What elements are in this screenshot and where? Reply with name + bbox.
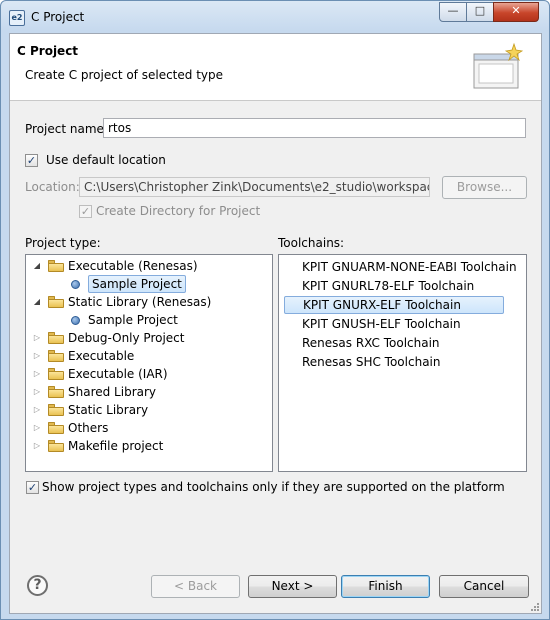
folder-icon — [48, 440, 64, 452]
project-name-label: Project name: — [25, 122, 108, 136]
tree-item-label: Executable (IAR) — [68, 367, 168, 381]
next-button[interactable]: Next > — [248, 575, 337, 598]
title-bar[interactable]: e2 C Project — □ ✕ — [1, 1, 549, 33]
tree-item[interactable]: ▷ Debug-Only Project — [26, 329, 272, 347]
collapsed-arrow-icon[interactable]: ▷ — [32, 347, 42, 365]
tree-item-label: Sample Project — [88, 275, 186, 293]
tree-item-label: Sample Project — [88, 313, 178, 327]
tree-item-label: Static Library (Renesas) — [68, 295, 212, 309]
bullet-icon — [71, 280, 80, 289]
supported-only-label: Show project types and toolchains only i… — [42, 480, 505, 494]
finish-button[interactable]: Finish — [341, 575, 430, 598]
tree-item[interactable]: ▷ Shared Library — [26, 383, 272, 401]
toolchains-label: Toolchains: — [278, 236, 345, 250]
cancel-button[interactable]: Cancel — [439, 575, 529, 598]
tree-item[interactable]: ▷ Executable — [26, 347, 272, 365]
collapsed-arrow-icon[interactable]: ▷ — [32, 329, 42, 347]
folder-icon — [48, 368, 64, 380]
folder-icon — [48, 350, 64, 362]
collapsed-arrow-icon[interactable]: ▷ — [32, 383, 42, 401]
location-label: Location: — [25, 180, 80, 194]
project-name-field[interactable]: rtos — [103, 118, 526, 138]
tree-item-label: Executable — [68, 349, 135, 363]
tree-item[interactable]: ◢ Static Library (Renesas) — [26, 293, 272, 311]
page-description: Create C project of selected type — [25, 68, 223, 82]
folder-icon — [48, 260, 64, 272]
collapsed-arrow-icon[interactable]: ▷ — [32, 401, 42, 419]
folder-icon — [48, 296, 64, 308]
wizard-header: C Project Create C project of selected t… — [10, 34, 541, 101]
resize-grip-icon[interactable] — [530, 602, 540, 612]
supported-only-checkbox[interactable]: ✓ — [26, 481, 39, 494]
app-icon: e2 — [9, 10, 25, 26]
tree-item[interactable]: ◢ Executable (Renesas) — [26, 257, 272, 275]
use-default-location-label: Use default location — [46, 153, 166, 167]
expanded-arrow-icon[interactable]: ◢ — [32, 293, 42, 311]
create-directory-label: Create Directory for Project — [96, 204, 261, 218]
use-default-location-checkbox[interactable]: ✓ — [25, 154, 38, 167]
tree-item[interactable]: Sample Project — [26, 311, 272, 329]
maximize-button[interactable]: □ — [466, 2, 494, 22]
folder-icon — [48, 404, 64, 416]
minimize-button[interactable]: — — [439, 2, 467, 22]
toolchains-list[interactable]: KPIT GNUARM-NONE-EABI Toolchain KPIT GNUR… — [278, 254, 527, 472]
collapsed-arrow-icon[interactable]: ▷ — [32, 365, 42, 383]
toolchain-item[interactable]: Renesas SHC Toolchain — [284, 353, 504, 371]
toolchain-item[interactable]: KPIT GNURX-ELF Toolchain — [284, 296, 504, 314]
page-title: C Project — [17, 44, 79, 58]
tree-item-label: Debug-Only Project — [68, 331, 185, 345]
folder-icon — [48, 386, 64, 398]
tree-item[interactable]: ▷ Executable (IAR) — [26, 365, 272, 383]
tree-item[interactable]: ▷ Static Library — [26, 401, 272, 419]
tree-item[interactable]: ▷ Makefile project — [26, 437, 272, 455]
project-type-tree[interactable]: ◢ Executable (Renesas) Sample Project ◢ Stat… — [25, 254, 273, 472]
project-type-label: Project type: — [25, 236, 101, 250]
tree-item-label: Executable (Renesas) — [68, 259, 198, 273]
toolchain-item[interactable]: KPIT GNUARM-NONE-EABI Toolchain — [284, 258, 517, 276]
tree-item[interactable]: ▷ Others — [26, 419, 272, 437]
wizard-banner-icon — [473, 42, 524, 89]
window-title: C Project — [31, 10, 85, 24]
location-field[interactable]: C:\Users\Christopher Zink\Documents\e2_s… — [79, 177, 430, 197]
tree-item-label: Static Library — [68, 403, 149, 417]
toolchain-item[interactable]: KPIT GNURL78-ELF Toolchain — [284, 277, 504, 295]
close-button[interactable]: ✕ — [493, 2, 539, 22]
tree-item[interactable]: Sample Project — [26, 275, 272, 293]
collapsed-arrow-icon[interactable]: ▷ — [32, 419, 42, 437]
bullet-icon — [71, 316, 80, 325]
tree-item-label: Shared Library — [68, 385, 157, 399]
tree-item-label: Others — [68, 421, 109, 435]
back-button[interactable]: < Back — [151, 575, 240, 598]
folder-icon — [48, 332, 64, 344]
toolchain-item[interactable]: Renesas RXC Toolchain — [284, 334, 504, 352]
folder-icon — [48, 422, 64, 434]
browse-button[interactable]: Browse... — [442, 176, 527, 199]
help-icon[interactable]: ? — [27, 575, 48, 596]
create-directory-checkbox[interactable]: ✓ — [79, 205, 92, 218]
c-project-dialog: e2 C Project — □ ✕ C Project Create C pr… — [0, 0, 550, 620]
expanded-arrow-icon[interactable]: ◢ — [32, 257, 42, 275]
tree-item-label: Makefile project — [68, 439, 164, 453]
dialog-client-area: C Project Create C project of selected t… — [9, 33, 542, 614]
toolchain-item[interactable]: KPIT GNUSH-ELF Toolchain — [284, 315, 504, 333]
collapsed-arrow-icon[interactable]: ▷ — [32, 437, 42, 455]
